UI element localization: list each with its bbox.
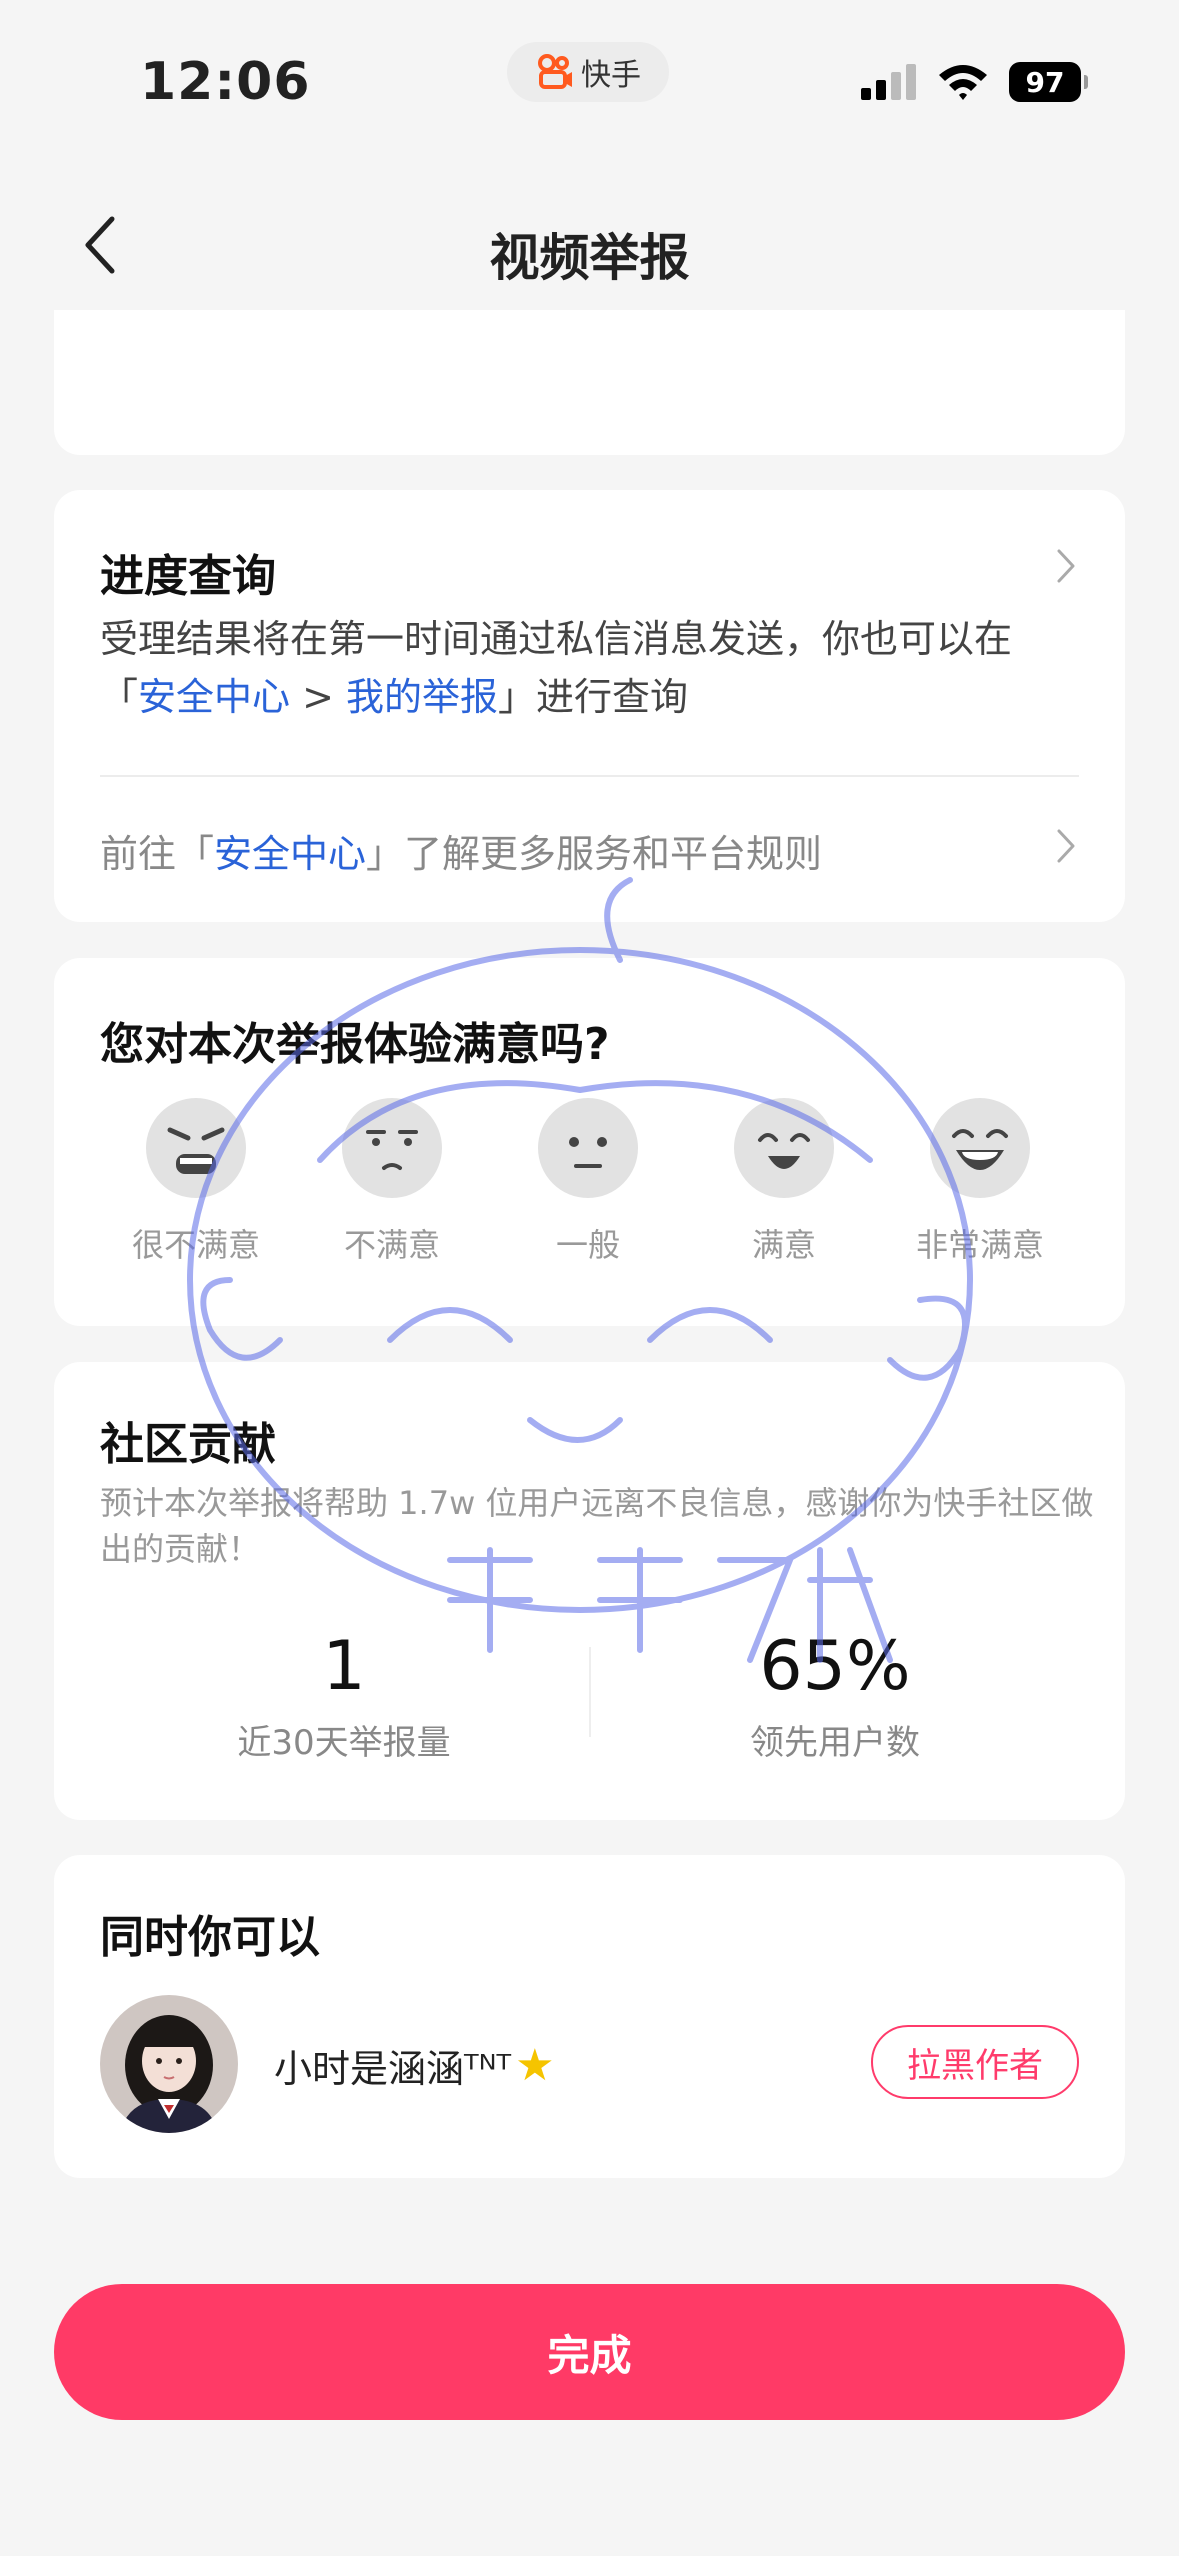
satisfaction-card: 您对本次举报体验满意吗? 很不满意 不满意 一般 满意 非常满意 <box>54 958 1125 1326</box>
satisfaction-title: 您对本次举报体验满意吗? <box>100 1019 610 1070</box>
unhappy-face-icon <box>342 1098 442 1198</box>
stat-value: 65% <box>759 1627 911 1706</box>
status-bar: 12:06 快手 97 <box>0 0 1179 150</box>
option-neutral[interactable]: 一般 <box>498 1098 678 1266</box>
stat-label: 近30天举报量 <box>237 1723 451 1763</box>
stat-value: 1 <box>322 1627 366 1706</box>
done-button[interactable]: 完成 <box>54 2284 1125 2420</box>
progress-title[interactable]: 进度查询 <box>100 540 276 604</box>
contribution-title: 社区贡献 <box>100 1419 276 1470</box>
goto-safety-center-link[interactable]: 安全中心 <box>214 832 366 876</box>
satisfaction-options: 很不满意 不满意 一般 满意 非常满意 <box>54 1098 1125 1298</box>
progress-description: 受理结果将在第一时间通过私信消息发送，你也可以在「安全中心 > 我的举报」进行查… <box>100 610 1080 726</box>
option-label: 很不满意 <box>131 1226 260 1264</box>
goto-safety-center[interactable]: 前往「安全中心」了解更多服务和平台规则 <box>100 823 822 878</box>
progress-desc-suffix: 」进行查询 <box>498 675 689 719</box>
option-label: 非常满意 <box>915 1226 1044 1264</box>
stat-divider <box>589 1647 591 1737</box>
username-text: 小时是涵涵ᵀᴺᵀ <box>274 2047 512 2091</box>
laughing-face-icon <box>930 1098 1030 1198</box>
star-icon: ★ <box>515 2039 555 2091</box>
status-time: 12:06 <box>140 52 311 112</box>
option-label: 不满意 <box>343 1226 440 1264</box>
app-pill-label: 快手 <box>581 58 641 93</box>
report-summary-card <box>54 310 1125 455</box>
option-label: 满意 <box>751 1226 816 1264</box>
my-reports-link[interactable]: 我的举报 <box>346 675 498 719</box>
happy-face-icon <box>734 1098 834 1198</box>
author-username[interactable]: 小时是涵涵ᵀᴺᵀ ★ <box>274 2038 555 2093</box>
option-satisfied[interactable]: 满意 <box>694 1098 874 1266</box>
divider <box>100 775 1079 777</box>
cellular-signal-icon <box>861 64 916 100</box>
breadcrumb-separator: > <box>290 675 347 719</box>
status-icons: 97 <box>861 62 1088 102</box>
safety-center-link[interactable]: 安全中心 <box>138 675 290 719</box>
wifi-icon <box>939 65 987 100</box>
kuaishou-logo-icon <box>538 54 572 89</box>
app-indicator-pill[interactable]: 快手 <box>507 42 669 102</box>
progress-card: 进度查询 受理结果将在第一时间通过私信消息发送，你也可以在「安全中心 > 我的举… <box>54 490 1125 922</box>
contribution-card: 社区贡献 预计本次举报将帮助 1.7w 位用户远离不良信息，感谢你为快手社区做出… <box>54 1362 1125 1820</box>
contribution-description: 预计本次举报将帮助 1.7w 位用户远离不良信息，感谢你为快手社区做出的贡献！ <box>100 1484 1094 1568</box>
neutral-face-icon <box>538 1098 638 1198</box>
nav-bar: 视频举报 <box>0 190 1179 300</box>
stat-reports-30d: 1 近30天举报量 <box>164 1627 524 1764</box>
battery-level: 97 <box>1025 65 1065 99</box>
battery-indicator: 97 <box>1009 62 1088 102</box>
also-title: 同时你可以 <box>100 1912 320 1963</box>
stat-label: 领先用户数 <box>750 1723 920 1763</box>
chevron-right-icon[interactable] <box>1053 826 1079 866</box>
option-very-dissatisfied[interactable]: 很不满意 <box>106 1098 286 1266</box>
goto-prefix: 前往「 <box>100 832 215 876</box>
option-label: 一般 <box>555 1226 620 1264</box>
option-very-satisfied[interactable]: 非常满意 <box>890 1098 1070 1266</box>
page-title: 视频举报 <box>489 229 690 287</box>
chevron-right-icon[interactable] <box>1053 546 1079 586</box>
block-author-button[interactable]: 拉黑作者 <box>871 2025 1079 2099</box>
avatar[interactable] <box>100 1995 238 2133</box>
goto-suffix: 」了解更多服务和平台规则 <box>366 832 823 876</box>
stat-percentile: 65% 领先用户数 <box>655 1627 1015 1764</box>
very-angry-face-icon <box>146 1098 246 1198</box>
also-actions-card: 同时你可以 小时是涵涵ᵀᴺᵀ ★ 拉黑作者 <box>54 1855 1125 2178</box>
option-dissatisfied[interactable]: 不满意 <box>302 1098 482 1266</box>
